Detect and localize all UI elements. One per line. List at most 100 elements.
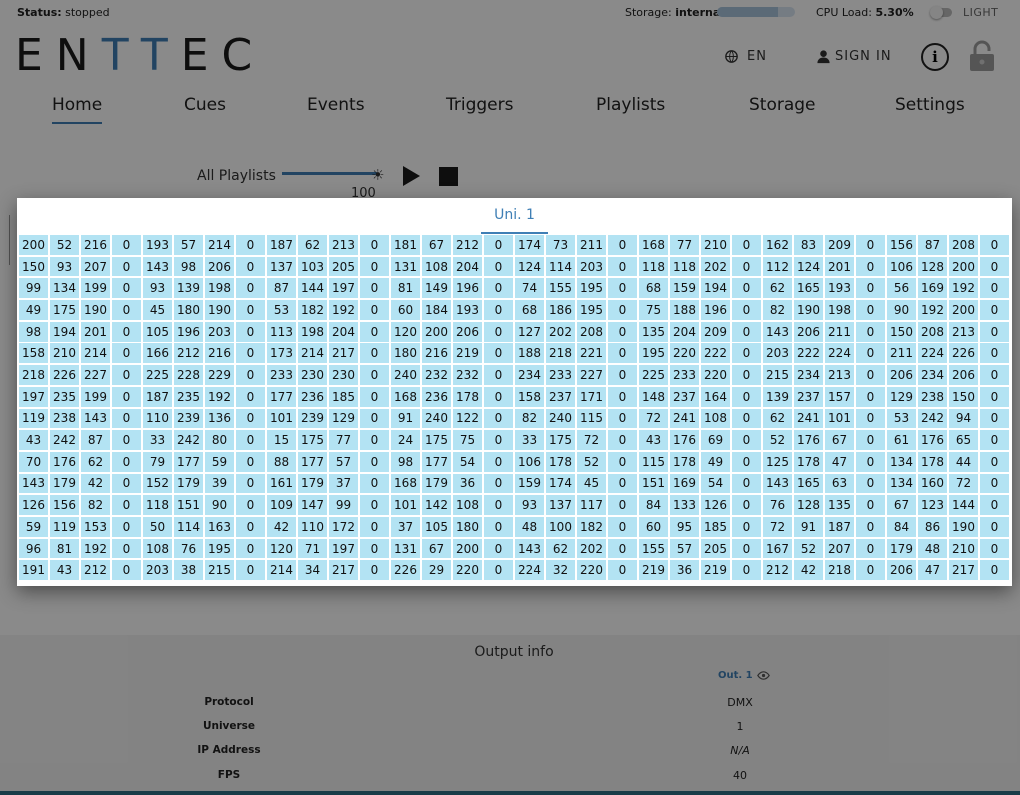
dmx-channel-cell: 0: [980, 538, 1009, 559]
dmx-channel-cell: 108: [701, 408, 730, 429]
dmx-channel-cell: 0: [360, 473, 389, 494]
dmx-channel-cell: 198: [825, 300, 854, 320]
dmx-channel-cell: 190: [794, 300, 823, 320]
dmx-channel-cell: 213: [949, 321, 978, 342]
dmx-channel-cell: 202: [701, 256, 730, 277]
dmx-channel-cell: 147: [298, 495, 327, 516]
dmx-channel-cell: 0: [732, 278, 761, 299]
dmx-channel-cell: 124: [794, 256, 823, 277]
dmx-channel-cell: 60: [391, 300, 420, 320]
dmx-channel-cell: 108: [453, 495, 482, 516]
dmx-channel-cell: 0: [112, 365, 141, 385]
dmx-channel-cell: 143: [19, 473, 48, 494]
dmx-channel-cell: 94: [949, 408, 978, 429]
dmx-channel-cell: 0: [484, 343, 513, 364]
dmx-channel-cell: 0: [980, 365, 1009, 385]
dmx-channel-cell: 211: [825, 321, 854, 342]
dmx-channel-cell: 0: [236, 300, 265, 320]
dmx-channel-cell: 106: [515, 451, 544, 472]
dmx-channel-cell: 196: [701, 300, 730, 320]
dmx-channel-cell: 0: [856, 408, 885, 429]
dmx-channel-cell: 99: [19, 278, 48, 299]
dmx-channel-cell: 192: [949, 278, 978, 299]
dmx-channel-cell: 214: [205, 235, 234, 255]
dmx-channel-cell: 175: [50, 300, 79, 320]
dmx-channel-cell: 202: [546, 321, 575, 342]
dmx-channel-cell: 0: [360, 495, 389, 516]
dmx-channel-cell: 144: [298, 278, 327, 299]
dmx-channel-cell: 0: [980, 343, 1009, 364]
dmx-channel-cell: 175: [546, 430, 575, 450]
dmx-channel-cell: 79: [143, 451, 172, 472]
dmx-channel-cell: 0: [732, 235, 761, 255]
dmx-channel-cell: 238: [918, 386, 947, 407]
dmx-channel-cell: 241: [794, 408, 823, 429]
dmx-channel-cell: 217: [329, 560, 358, 581]
dmx-channel-cell: 200: [422, 321, 451, 342]
dmx-channel-cell: 34: [298, 560, 327, 581]
dmx-channel-cell: 0: [608, 256, 637, 277]
dmx-channel-cell: 62: [763, 278, 792, 299]
dmx-channel-cell: 163: [205, 516, 234, 537]
dmx-channel-cell: 241: [670, 408, 699, 429]
dmx-channel-cell: 215: [763, 365, 792, 385]
dmx-channel-cell: 74: [515, 278, 544, 299]
dmx-channel-cell: 43: [639, 430, 668, 450]
dmx-channel-cell: 0: [856, 430, 885, 450]
dmx-channel-cell: 233: [267, 365, 296, 385]
dmx-channel-cell: 86: [918, 516, 947, 537]
dmx-channel-cell: 0: [856, 343, 885, 364]
dmx-channel-cell: 0: [484, 235, 513, 255]
dmx-channel-cell: 42: [81, 473, 110, 494]
dmx-channel-cell: 0: [856, 321, 885, 342]
dmx-channel-cell: 156: [887, 235, 916, 255]
dmx-channel-cell: 172: [329, 516, 358, 537]
dmx-channel-cell: 93: [50, 256, 79, 277]
dmx-channel-cell: 205: [329, 256, 358, 277]
dmx-channel-cell: 0: [484, 408, 513, 429]
dmx-channel-cell: 95: [670, 516, 699, 537]
dmx-channel-cell: 93: [143, 278, 172, 299]
dmx-channel-cell: 108: [422, 256, 451, 277]
dmx-channel-cell: 52: [50, 235, 79, 255]
dmx-channel-cell: 0: [484, 430, 513, 450]
dmx-channel-cell: 65: [949, 430, 978, 450]
dmx-channel-cell: 179: [50, 473, 79, 494]
dmx-channel-cell: 0: [484, 451, 513, 472]
dmx-channel-cell: 168: [639, 235, 668, 255]
dmx-channel-cell: 128: [918, 256, 947, 277]
dmx-channel-cell: 67: [422, 538, 451, 559]
dmx-channel-cell: 93: [515, 495, 544, 516]
dmx-channel-cell: 0: [732, 430, 761, 450]
dmx-channel-cell: 234: [918, 365, 947, 385]
dmx-channel-cell: 156: [50, 495, 79, 516]
dmx-channel-cell: 0: [608, 408, 637, 429]
dmx-channel-cell: 0: [484, 300, 513, 320]
dmx-channel-cell: 52: [577, 451, 606, 472]
dmx-channel-cell: 199: [81, 386, 110, 407]
dmx-channel-cell: 0: [484, 516, 513, 537]
tab-universe-1[interactable]: Uni. 1: [481, 198, 548, 234]
dmx-channel-cell: 0: [856, 538, 885, 559]
dmx-channel-cell: 0: [856, 256, 885, 277]
dmx-channel-cell: 114: [174, 516, 203, 537]
dmx-channel-cell: 225: [639, 365, 668, 385]
dmx-channel-cell: 202: [577, 538, 606, 559]
dmx-channel-cell: 49: [19, 300, 48, 320]
dmx-channel-cell: 224: [825, 343, 854, 364]
dmx-channel-cell: 0: [980, 321, 1009, 342]
dmx-channel-cell: 114: [546, 256, 575, 277]
dmx-channel-cell: 53: [887, 408, 916, 429]
dmx-channel-cell: 171: [577, 386, 606, 407]
dmx-channel-cell: 226: [949, 343, 978, 364]
dmx-channel-cell: 0: [856, 365, 885, 385]
dmx-channel-cell: 185: [329, 386, 358, 407]
dmx-channel-cell: 206: [205, 256, 234, 277]
dmx-channel-cell: 181: [391, 235, 420, 255]
dmx-channel-cell: 56: [887, 278, 916, 299]
dmx-channel-cell: 242: [918, 408, 947, 429]
dmx-channel-cell: 227: [577, 365, 606, 385]
dmx-channel-cell: 190: [81, 300, 110, 320]
dmx-channel-cell: 234: [794, 365, 823, 385]
dmx-channel-cell: 165: [794, 278, 823, 299]
